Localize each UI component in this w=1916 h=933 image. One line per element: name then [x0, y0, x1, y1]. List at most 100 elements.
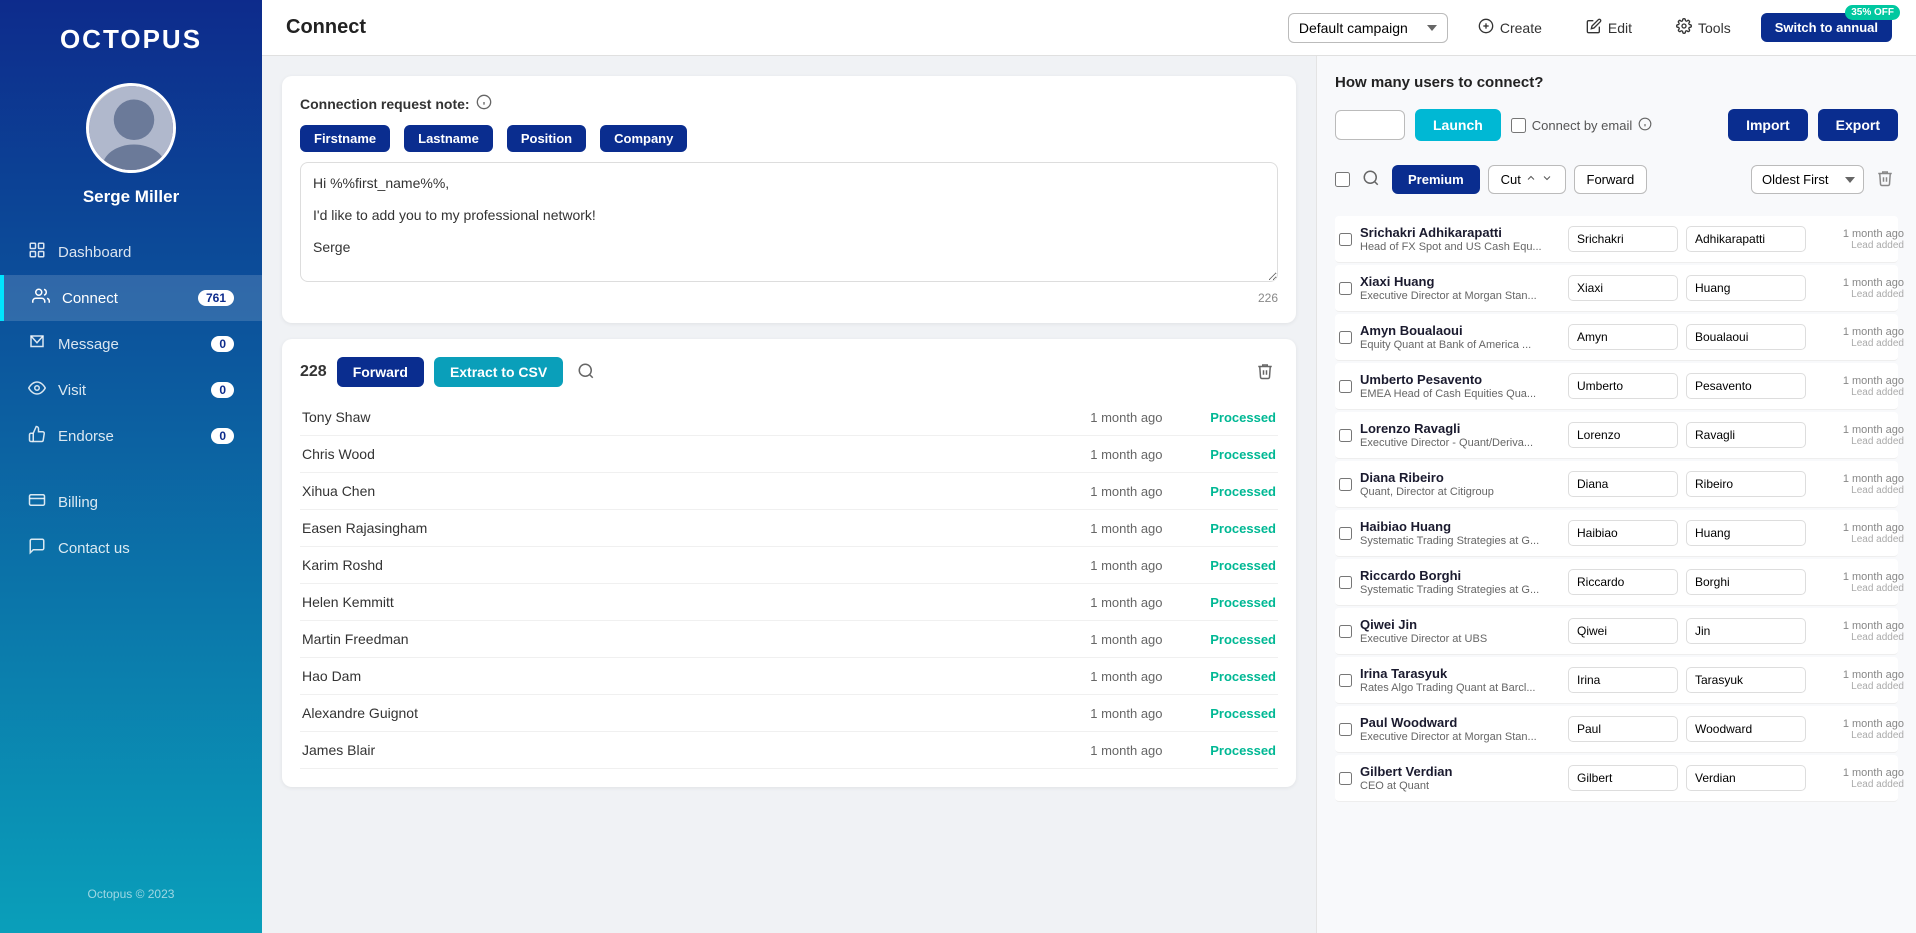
lead-checkbox[interactable]: [1339, 330, 1352, 345]
import-button[interactable]: Import: [1728, 109, 1808, 141]
create-label: Create: [1500, 20, 1542, 36]
lead-time-value: 1 month ago: [1814, 620, 1904, 632]
position-tag-button[interactable]: Position: [507, 125, 586, 152]
company-tag-button[interactable]: Company: [600, 125, 687, 152]
lead-fname-input[interactable]: [1568, 373, 1678, 399]
lead-fname-input[interactable]: [1568, 275, 1678, 301]
edit-button[interactable]: Edit: [1572, 12, 1646, 43]
search-queue-button[interactable]: [573, 358, 599, 387]
lead-tag: Lead added: [1814, 730, 1904, 741]
lead-checkbox[interactable]: [1339, 722, 1352, 737]
lead-tag: Lead added: [1814, 436, 1904, 447]
note-textarea[interactable]: Hi %%first_name%%, I'd like to add you t…: [300, 162, 1278, 282]
lead-checkbox[interactable]: [1339, 379, 1352, 394]
queue-row: Helen Kemmitt 1 month ago Processed: [300, 584, 1278, 621]
queue-row-time: 1 month ago: [1090, 706, 1190, 721]
create-button[interactable]: Create: [1464, 12, 1556, 43]
right-panel: How many users to connect? Launch Connec…: [1316, 56, 1916, 933]
campaign-select[interactable]: Default campaign: [1288, 13, 1448, 43]
lead-checkbox[interactable]: [1339, 624, 1352, 639]
connect-count-input[interactable]: [1335, 110, 1405, 140]
sort-select[interactable]: Oldest First Newest First: [1751, 165, 1864, 194]
sidebar-item-contact[interactable]: Contact us: [0, 525, 262, 571]
list-item: Umberto Pesavento EMEA Head of Cash Equi…: [1335, 363, 1898, 410]
list-item: Diana Ribeiro Quant, Director at Citigro…: [1335, 461, 1898, 508]
lead-checkbox[interactable]: [1339, 232, 1352, 247]
search-leads-button[interactable]: [1358, 165, 1384, 194]
lead-fname-input[interactable]: [1568, 667, 1678, 693]
lead-checkbox[interactable]: [1339, 526, 1352, 541]
lead-fname-input[interactable]: [1568, 618, 1678, 644]
lead-checkbox[interactable]: [1339, 477, 1352, 492]
lead-lname: [1686, 569, 1806, 595]
export-button[interactable]: Export: [1818, 109, 1898, 141]
lead-lname-input[interactable]: [1686, 520, 1806, 546]
avatar: [86, 83, 176, 173]
lead-fname: [1568, 520, 1678, 546]
lead-info: Gilbert Verdian CEO at Quant: [1360, 764, 1560, 792]
lead-fname-input[interactable]: [1568, 422, 1678, 448]
sidebar-item-message[interactable]: Message 0: [0, 321, 262, 367]
lead-checkbox[interactable]: [1339, 673, 1352, 688]
app-logo: OCTOPUS: [60, 24, 202, 55]
lead-lname-input[interactable]: [1686, 471, 1806, 497]
lastname-tag-button[interactable]: Lastname: [404, 125, 493, 152]
connect-email-label[interactable]: Connect by email: [1511, 117, 1652, 134]
lead-lname-input[interactable]: [1686, 422, 1806, 448]
extract-csv-button[interactable]: Extract to CSV: [434, 357, 563, 387]
sidebar-item-connect[interactable]: Connect 761: [0, 275, 262, 321]
lead-tag: Lead added: [1814, 681, 1904, 692]
lead-fname-input[interactable]: [1568, 520, 1678, 546]
lead-lname-input[interactable]: [1686, 569, 1806, 595]
sidebar-item-billing[interactable]: Billing: [0, 479, 262, 525]
connect-email-text: Connect by email: [1532, 118, 1632, 133]
lead-fname-input[interactable]: [1568, 471, 1678, 497]
select-all-checkbox[interactable]: [1335, 172, 1350, 187]
queue-row-name: James Blair: [302, 742, 1090, 758]
forward-button[interactable]: Forward: [337, 357, 424, 387]
premium-button[interactable]: Premium: [1392, 165, 1480, 194]
delete-queue-button[interactable]: [1252, 358, 1278, 387]
lead-lname: [1686, 471, 1806, 497]
lead-fname-input[interactable]: [1568, 716, 1678, 742]
delete-leads-button[interactable]: [1872, 165, 1898, 194]
tag-buttons-container: Firstname Lastname Position Company: [300, 125, 1278, 152]
lead-lname-input[interactable]: [1686, 667, 1806, 693]
lead-lname-input[interactable]: [1686, 226, 1806, 252]
queue-header: 228 Forward Extract to CSV: [300, 357, 1278, 387]
lead-checkbox[interactable]: [1339, 771, 1352, 786]
lead-name: Paul Woodward: [1360, 715, 1560, 730]
sidebar-item-visit[interactable]: Visit 0: [0, 367, 262, 413]
lead-lname-input[interactable]: [1686, 324, 1806, 350]
lead-fname-input[interactable]: [1568, 226, 1678, 252]
lead-lname-input[interactable]: [1686, 716, 1806, 742]
launch-button[interactable]: Launch: [1415, 109, 1501, 141]
lead-lname: [1686, 765, 1806, 791]
lead-fname: [1568, 275, 1678, 301]
lead-fname-input[interactable]: [1568, 324, 1678, 350]
lead-fname-input[interactable]: [1568, 765, 1678, 791]
lead-lname: [1686, 373, 1806, 399]
left-panel: Connection request note: Firstname Lastn…: [262, 56, 1316, 933]
sidebar: OCTOPUS Serge Miller Dashboard Connect 7…: [0, 0, 262, 933]
switch-annual-button[interactable]: 35% OFF Switch to annual: [1761, 13, 1892, 42]
sidebar-item-endorse[interactable]: Endorse 0: [0, 413, 262, 459]
forward-leads-button[interactable]: Forward: [1574, 165, 1648, 194]
endorse-badge: 0: [211, 428, 234, 444]
cut-button[interactable]: Cut: [1488, 165, 1566, 194]
connect-email-checkbox[interactable]: [1511, 118, 1526, 133]
firstname-tag-button[interactable]: Firstname: [300, 125, 390, 152]
lead-lname-input[interactable]: [1686, 373, 1806, 399]
lead-lname: [1686, 716, 1806, 742]
tools-button[interactable]: Tools: [1662, 12, 1745, 43]
lead-title: CEO at Quant: [1360, 780, 1555, 792]
lead-fname-input[interactable]: [1568, 569, 1678, 595]
sidebar-item-dashboard[interactable]: Dashboard: [0, 229, 262, 275]
lead-checkbox[interactable]: [1339, 281, 1352, 296]
lead-checkbox[interactable]: [1339, 575, 1352, 590]
sidebar-nav: Dashboard Connect 761 Message 0 Visit 0: [0, 229, 262, 571]
lead-lname-input[interactable]: [1686, 618, 1806, 644]
lead-lname-input[interactable]: [1686, 275, 1806, 301]
lead-checkbox[interactable]: [1339, 428, 1352, 443]
lead-lname-input[interactable]: [1686, 765, 1806, 791]
